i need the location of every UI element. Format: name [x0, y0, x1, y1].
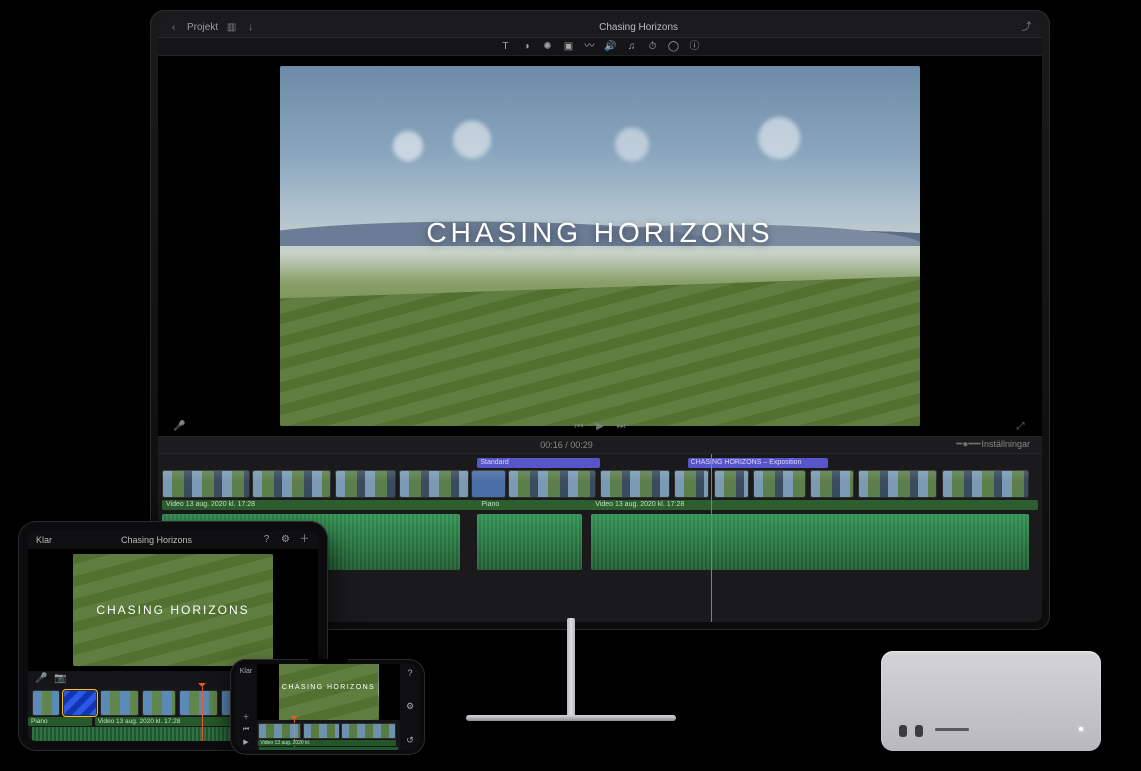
window-title: Chasing Horizons: [599, 22, 678, 33]
usb-c-port: [915, 725, 923, 737]
chevron-left-icon[interactable]: ‹: [168, 22, 179, 33]
clip-meta: Piano: [28, 717, 92, 726]
video-clip[interactable]: [714, 470, 749, 498]
sd-card-slot: [935, 728, 969, 731]
video-clip[interactable]: [63, 690, 97, 716]
window-title: Chasing Horizons: [121, 535, 192, 545]
voiceover-icon[interactable]: 🎤: [36, 674, 47, 685]
video-clip[interactable]: [674, 470, 709, 498]
video-clip[interactable]: [258, 723, 301, 739]
mac-preview-viewer: CHASING HORIZONS 🎤 ⏮ ▶ ⏭ ⤢: [158, 56, 1042, 436]
add-icon[interactable]: ＋: [243, 712, 250, 722]
playhead[interactable]: [711, 454, 712, 622]
library-icon[interactable]: ▥: [226, 22, 237, 33]
video-clip[interactable]: [162, 470, 250, 498]
video-track[interactable]: StandardCHASING HORIZONS – Exposition Vi…: [162, 458, 1038, 498]
timecode-bar: 00:16 / 00:29 ━●━━ Inställningar: [158, 436, 1042, 454]
help-icon[interactable]: ?: [261, 535, 272, 546]
settings-icon[interactable]: ⚙: [280, 535, 291, 546]
zoom-slider[interactable]: ━●━━: [963, 440, 974, 451]
titles-icon[interactable]: T: [500, 41, 511, 52]
video-clip[interactable]: [753, 470, 806, 498]
undo-icon[interactable]: ↺: [406, 735, 414, 746]
crop-icon[interactable]: ▣: [563, 41, 574, 52]
monitor-stand: [567, 618, 575, 718]
usb-c-port: [899, 725, 907, 737]
prev-frame-icon[interactable]: ⏮: [574, 421, 585, 432]
title-overlay: CHASING HORIZONS: [73, 603, 273, 617]
camera-icon[interactable]: 📷: [55, 674, 66, 685]
filter-icon[interactable]: ◯: [668, 41, 679, 52]
video-clip[interactable]: [942, 470, 1030, 498]
voiceover-icon[interactable]: 🎤: [174, 421, 185, 432]
done-button[interactable]: Klar: [36, 535, 52, 545]
play-icon[interactable]: ▶: [595, 421, 606, 432]
share-icon[interactable]: ⤴: [1021, 22, 1032, 33]
audio-track[interactable]: [259, 747, 398, 750]
noise-icon[interactable]: ♫: [626, 41, 637, 52]
title-segment[interactable]: CHASING HORIZONS – Exposition: [688, 458, 828, 468]
video-clip[interactable]: [32, 690, 60, 716]
playhead[interactable]: [202, 687, 203, 741]
settings-icon[interactable]: ⚙: [406, 701, 414, 712]
iphone-device: Klar ＋ ⏮ ▶ CHASING HORIZONS Video 13 aug…: [230, 659, 425, 755]
done-button[interactable]: Klar: [240, 668, 252, 675]
color-correct-icon[interactable]: ✺: [542, 41, 553, 52]
title-segment[interactable]: Standard: [477, 458, 600, 468]
timecode-readout: 00:16 / 00:29: [540, 440, 593, 450]
audio-segment[interactable]: [477, 514, 582, 570]
color-balance-icon[interactable]: ◑: [521, 41, 532, 52]
clip-meta: Video 13 aug. 2020 kl. 17:28: [591, 500, 801, 510]
monitor-foot: [466, 715, 676, 721]
info-icon[interactable]: ⓘ: [689, 41, 700, 52]
video-clip[interactable]: [303, 723, 340, 739]
clip-meta: Video 13 aug. 2020 kl.: [258, 740, 395, 746]
video-clip[interactable]: [335, 470, 396, 498]
power-led: [1079, 727, 1083, 731]
volume-icon[interactable]: 🔊: [605, 41, 616, 52]
preview-canvas[interactable]: CHASING HORIZONS: [279, 664, 379, 720]
add-icon[interactable]: ＋: [299, 535, 310, 546]
ipad-preview-viewer: CHASING HORIZONS: [28, 549, 318, 671]
title-overlay: CHASING HORIZONS: [279, 684, 379, 691]
video-clip[interactable]: [399, 470, 469, 498]
help-icon[interactable]: ?: [407, 668, 412, 678]
mac-adjust-toolbar: T ◑ ✺ ▣ 〰 🔊 ♫ ⏱ ◯ ⓘ: [158, 38, 1042, 56]
audio-segment[interactable]: [591, 514, 1029, 570]
clip-meta: Piano: [477, 500, 582, 510]
imovie-iphone-window: Klar ＋ ⏮ ▶ CHASING HORIZONS Video 13 aug…: [235, 664, 420, 750]
clip-meta: Video 13 aug. 2020 kl. 17:28: [162, 500, 460, 510]
next-frame-icon[interactable]: ⏭: [616, 421, 627, 432]
video-clip[interactable]: [600, 470, 670, 498]
preview-canvas[interactable]: CHASING HORIZONS: [280, 66, 920, 426]
video-clip[interactable]: [471, 470, 506, 498]
mac-studio-device: [881, 651, 1101, 751]
preview-canvas[interactable]: CHASING HORIZONS: [73, 554, 273, 666]
video-clip[interactable]: [179, 690, 218, 716]
iphone-preview-viewer: CHASING HORIZONS: [257, 664, 400, 720]
video-clip[interactable]: [810, 470, 854, 498]
video-clip[interactable]: [508, 470, 596, 498]
import-icon[interactable]: ↓: [245, 22, 256, 33]
mac-top-toolbar: ‹ Projekt ▥ ↓ Chasing Horizons ⤴: [158, 18, 1042, 38]
fullscreen-icon[interactable]: ⤢: [1015, 421, 1026, 432]
video-clip[interactable]: [252, 470, 331, 498]
video-clip[interactable]: [100, 690, 139, 716]
video-clip[interactable]: [858, 470, 937, 498]
iphone-timeline[interactable]: Video 13 aug. 2020 kl.: [257, 720, 400, 750]
video-clip[interactable]: [142, 690, 176, 716]
back-label[interactable]: Projekt: [187, 22, 218, 33]
skip-back-icon[interactable]: ⏮: [243, 726, 249, 734]
stabilize-icon[interactable]: 〰: [584, 41, 595, 52]
video-clip[interactable]: [341, 723, 395, 739]
title-overlay: CHASING HORIZONS: [280, 217, 920, 249]
speed-icon[interactable]: ⏱: [647, 41, 658, 52]
play-icon[interactable]: ▶: [243, 738, 248, 746]
settings-label[interactable]: Inställningar: [981, 439, 1030, 449]
